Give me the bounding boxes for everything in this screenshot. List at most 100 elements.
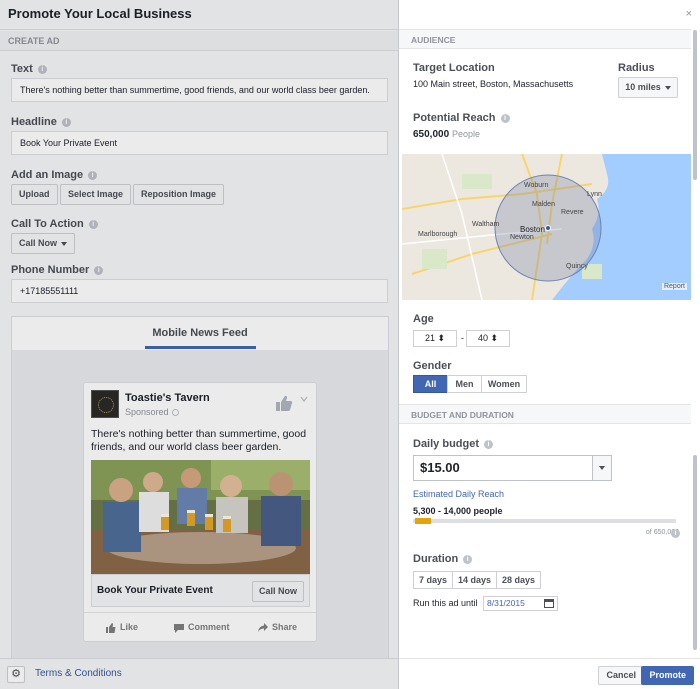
info-icon[interactable]: i xyxy=(94,265,104,275)
share-icon xyxy=(258,622,268,632)
create-ad-pane: Promote Your Local Business CREATE AD Te… xyxy=(0,0,398,689)
cancel-button[interactable]: Cancel xyxy=(598,666,644,685)
run-until-label: Run this ad until xyxy=(413,598,478,608)
map-label-waltham: Waltham xyxy=(472,221,500,228)
audience-budget-pane: × AUDIENCE Target Location 100 Main stre… xyxy=(398,0,700,689)
info-icon[interactable]: i xyxy=(88,219,98,229)
age-separator: - xyxy=(461,333,464,343)
text-field[interactable]: There's nothing better than summertime, … xyxy=(11,78,388,102)
comment-icon xyxy=(174,623,184,633)
close-icon[interactable]: × xyxy=(686,8,692,20)
post-text: There's nothing better than summertime, … xyxy=(91,428,307,453)
info-icon[interactable]: i xyxy=(484,439,494,449)
active-tab-indicator xyxy=(145,346,256,349)
age-label: Age xyxy=(413,313,434,325)
scrollbar-thumb-bottom[interactable] xyxy=(693,455,697,650)
duration-14-days[interactable]: 14 days xyxy=(452,571,497,589)
text-label: Text i xyxy=(11,63,47,75)
headline-label: Headline i xyxy=(11,116,71,128)
map-label-lynn: Lynn xyxy=(587,191,602,198)
call-now-button[interactable]: Call Now xyxy=(251,581,304,602)
info-icon[interactable]: i xyxy=(671,529,680,538)
audience-header: AUDIENCE xyxy=(399,29,691,49)
map-label-marlborough: Marlborough xyxy=(418,231,458,238)
phone-label: Phone Number i xyxy=(11,264,104,276)
thumbs-up-icon xyxy=(106,622,116,633)
link-title: Book Your Private Event xyxy=(97,585,213,596)
reposition-image-button[interactable]: Reposition Image xyxy=(133,184,225,205)
like-button[interactable]: Like xyxy=(106,622,138,633)
like-page-icon[interactable] xyxy=(275,394,293,412)
estimated-reach-label: Estimated Daily Reach xyxy=(413,489,505,499)
gear-icon[interactable]: ⚙ xyxy=(7,666,25,683)
info-icon[interactable]: i xyxy=(463,554,473,564)
info-icon[interactable]: i xyxy=(500,113,510,123)
duration-label: Duration i xyxy=(413,553,473,565)
ad-preview: Mobile News Feed Toastie's Tavern Sponso… xyxy=(11,316,389,668)
age-max-select[interactable]: 40 ⬍ xyxy=(466,330,510,347)
tab-mobile-news-feed[interactable]: Mobile News Feed xyxy=(12,327,388,339)
map-report-link[interactable]: Report xyxy=(661,283,687,290)
map-label-newton: Newton xyxy=(510,234,534,241)
map-label-woburn: Woburn xyxy=(524,182,549,189)
left-footer: ⚙ Terms & Conditions xyxy=(0,658,398,689)
duration-7-days[interactable]: 7 days xyxy=(413,571,453,589)
gender-all-button[interactable]: All xyxy=(413,375,448,393)
potential-reach-label: Potential Reach i xyxy=(413,112,510,124)
terms-link[interactable]: Terms & Conditions xyxy=(35,668,122,679)
map-graphic xyxy=(402,154,691,300)
scrollbar-thumb-top[interactable] xyxy=(693,30,697,180)
target-location-value[interactable]: 100 Main street, Boston, Massachusetts xyxy=(413,79,573,89)
reach-range-bar xyxy=(413,518,676,524)
sponsored-label: Sponsored xyxy=(125,407,179,417)
promote-button[interactable]: Promote xyxy=(641,666,694,685)
duration-28-days[interactable]: 28 days xyxy=(496,571,541,589)
share-button[interactable]: Share xyxy=(258,622,297,633)
caret-down-icon xyxy=(61,241,68,246)
radius-label: Radius xyxy=(618,62,655,74)
audience-map[interactable]: Woburn Lynn Malden Revere Waltham Boston… xyxy=(402,154,691,300)
run-until-date-input[interactable]: 8/31/2015 xyxy=(483,596,558,611)
upload-button[interactable]: Upload xyxy=(11,184,58,205)
target-location-label: Target Location xyxy=(413,62,495,74)
select-image-button[interactable]: Select Image xyxy=(60,184,132,205)
dialog-title: Promote Your Local Business xyxy=(0,0,398,30)
map-label-malden: Malden xyxy=(532,201,555,208)
gender-label: Gender xyxy=(413,360,452,372)
daily-budget-input[interactable]: $15.00 xyxy=(413,455,593,481)
caret-down-icon xyxy=(664,85,671,90)
image-label: Add an Image i xyxy=(11,169,98,181)
link-bar[interactable]: Book Your Private Event Call Now xyxy=(91,574,310,607)
budget-dropdown[interactable] xyxy=(592,455,612,481)
post-actions: Like Comment Share xyxy=(84,612,316,642)
gender-men-button[interactable]: Men xyxy=(447,375,482,393)
potential-reach-value: 650,000 People xyxy=(413,129,480,140)
info-icon[interactable]: i xyxy=(61,117,71,127)
beer-garden-photo xyxy=(91,460,310,574)
feed-background: Toastie's Tavern Sponsored There's nothi… xyxy=(12,350,388,667)
right-footer: Cancel Promote xyxy=(399,658,700,689)
radius-dropdown[interactable]: 10 miles xyxy=(618,77,678,98)
info-icon[interactable]: i xyxy=(37,64,47,74)
info-icon[interactable]: i xyxy=(88,170,98,180)
phone-field[interactable]: +17185551111 xyxy=(11,279,388,303)
ad-post: Toastie's Tavern Sponsored There's nothi… xyxy=(83,382,317,642)
daily-budget-label: Daily budget i xyxy=(413,438,494,450)
map-label-quincy: Quincy xyxy=(566,263,588,270)
headline-field[interactable]: Book Your Private Event xyxy=(11,131,388,155)
budget-duration-header: BUDGET AND DURATION xyxy=(399,404,691,424)
create-ad-header: CREATE AD xyxy=(0,31,398,51)
globe-icon xyxy=(171,409,179,417)
calendar-icon[interactable] xyxy=(544,599,554,608)
gender-women-button[interactable]: Women xyxy=(481,375,527,393)
reach-range-fill xyxy=(415,518,431,524)
chevron-down-icon[interactable] xyxy=(300,395,308,403)
cta-label: Call To Action i xyxy=(11,218,98,230)
age-min-select[interactable]: 21 ⬍ xyxy=(413,330,457,347)
page-logo xyxy=(91,390,119,418)
estimated-reach-value: 5,300 - 14,000 people xyxy=(413,506,503,516)
comment-button[interactable]: Comment xyxy=(174,622,230,633)
cta-dropdown[interactable]: Call Now xyxy=(11,233,76,254)
page-name[interactable]: Toastie's Tavern xyxy=(125,392,210,404)
map-label-boston: Boston xyxy=(520,225,545,234)
